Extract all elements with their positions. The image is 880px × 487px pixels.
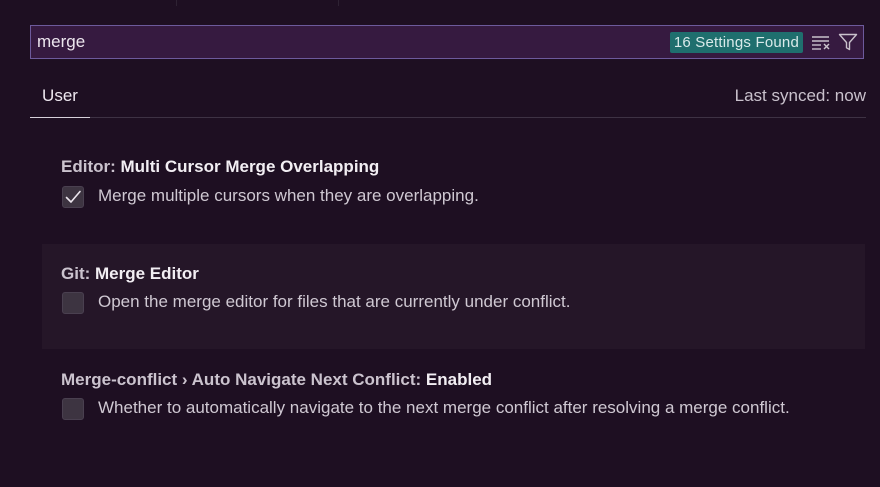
settings-search-input[interactable]: [31, 26, 670, 58]
setting-checkbox[interactable]: [62, 186, 84, 208]
setting-description: Open the merge editor for files that are…: [98, 292, 571, 311]
setting-multi-cursor-merge-overlapping: Editor: Multi Cursor Merge Overlapping M…: [42, 138, 865, 242]
tab-separator: [338, 0, 339, 6]
setting-label: Merge Editor: [95, 264, 199, 283]
setting-label: Multi Cursor Merge Overlapping: [120, 157, 380, 176]
setting-category: Merge-conflict › Auto Navigate Next Conf…: [61, 370, 426, 389]
setting-category: Git:: [61, 264, 95, 283]
clear-filter-icon[interactable]: [809, 30, 833, 54]
setting-label: Enabled: [425, 370, 493, 389]
settings-scope-tabs: User Last synced: now: [30, 78, 866, 118]
setting-description: Merge multiple cursors when they are ove…: [98, 186, 479, 205]
setting-merge-conflict-auto-navigate: Merge-conflict › Auto Navigate Next Conf…: [42, 350, 865, 480]
setting-title: Git: Merge Editor: [61, 264, 199, 284]
editor-tab-strip: [0, 0, 880, 6]
setting-description: Whether to automatically navigate to the…: [98, 398, 790, 417]
results-count-badge: 16 Settings Found: [669, 31, 803, 53]
setting-title: Merge-conflict › Auto Navigate Next Conf…: [61, 370, 492, 390]
tab-separator: [176, 0, 177, 6]
tab-user[interactable]: User: [30, 78, 90, 118]
setting-title: Editor: Multi Cursor Merge Overlapping: [61, 157, 379, 177]
checkmark-icon: [65, 190, 81, 203]
setting-checkbox[interactable]: [62, 398, 84, 420]
filter-icon[interactable]: [836, 30, 860, 54]
setting-checkbox[interactable]: [62, 292, 84, 314]
settings-search-box: 16 Settings Found: [30, 25, 864, 59]
settings-editor: 16 Settings Found User Last synced: now: [0, 0, 880, 487]
sync-status: Last synced: now: [734, 86, 866, 105]
setting-category: Editor:: [61, 157, 121, 176]
setting-git-merge-editor: Git: Merge Editor Open the merge editor …: [42, 244, 865, 349]
